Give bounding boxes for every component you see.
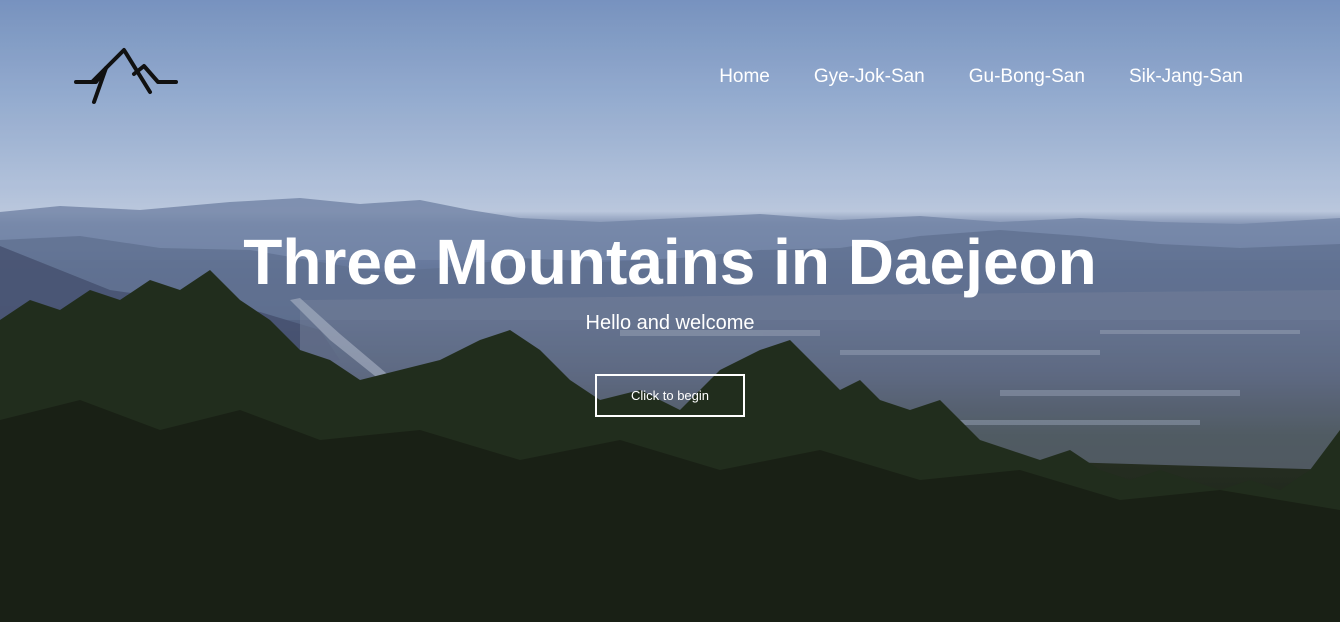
hero-title: Three Mountains in Daejeon [243,226,1097,298]
main-navigation: Home Gye-Jok-San Gu-Bong-San Sik-Jang-Sa… [719,64,1243,90]
click-to-begin-button[interactable]: Click to begin [595,374,745,417]
mountain-logo-icon[interactable] [74,44,180,108]
hero-section: Home Gye-Jok-San Gu-Bong-San Sik-Jang-Sa… [0,0,1340,622]
nav-item-home[interactable]: Home [719,64,770,90]
nav-item-sik-jang-san[interactable]: Sik-Jang-San [1129,64,1243,90]
nav-item-gye-jok-san[interactable]: Gye-Jok-San [814,64,925,90]
hero-content: Three Mountains in Daejeon Hello and wel… [0,224,1340,417]
nav-item-gu-bong-san[interactable]: Gu-Bong-San [969,64,1085,90]
hero-subtitle: Hello and welcome [585,312,755,334]
